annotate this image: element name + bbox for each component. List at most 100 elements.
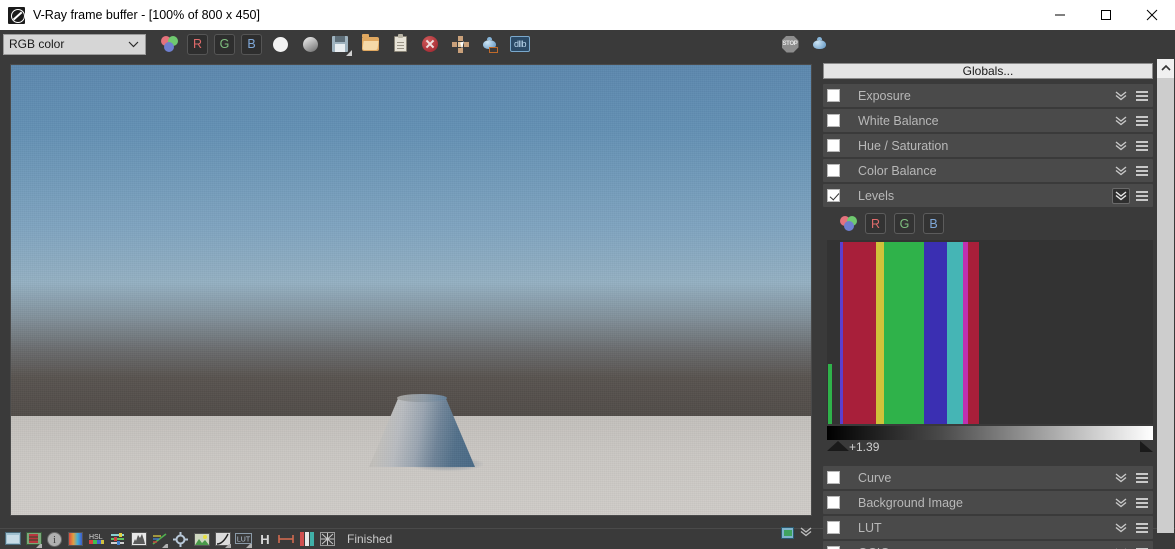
red-channel-button[interactable]: R: [187, 33, 208, 55]
hue-saturation-label: Hue / Saturation: [858, 138, 949, 153]
vfb-display-icon[interactable]: [781, 527, 794, 539]
histogram-band: [828, 364, 832, 424]
curve-icon[interactable]: [150, 531, 169, 548]
globals-button[interactable]: Globals...: [823, 63, 1153, 79]
color-balance-label: Color Balance: [858, 163, 937, 178]
horizontal-icon[interactable]: H: [255, 531, 274, 548]
hsl-icon[interactable]: HSL: [87, 531, 106, 548]
pixel-info-icon: dllb: [510, 36, 530, 52]
levels-blue-button[interactable]: B: [923, 213, 944, 234]
lut-icon[interactable]: LUT: [234, 531, 253, 548]
effect-row-ocio[interactable]: OCIO: [823, 541, 1153, 549]
color-corrections-icon[interactable]: [66, 531, 85, 548]
exposure-expand-icon[interactable]: [1112, 88, 1130, 104]
toolbar-buttons: R G B dllb: [154, 33, 535, 56]
levels-menu-icon[interactable]: [1133, 188, 1151, 204]
background-image-menu-icon[interactable]: [1133, 495, 1151, 511]
expand-chevron-icon[interactable]: [800, 524, 812, 542]
levels-red-button[interactable]: R: [865, 213, 886, 234]
hue-saturation-expand-icon[interactable]: [1112, 138, 1130, 154]
green-channel-button[interactable]: G: [214, 33, 235, 55]
copy-to-clipboard-button[interactable]: [388, 33, 412, 55]
color-balance-checkbox[interactable]: [827, 164, 840, 177]
curve-checkbox[interactable]: [827, 471, 840, 484]
effect-row-white-balance[interactable]: White Balance: [823, 109, 1153, 132]
pixel-aspect-icon[interactable]: [318, 531, 337, 548]
clear-image-button[interactable]: [418, 33, 442, 55]
exposure-menu-icon[interactable]: [1133, 88, 1151, 104]
scrollbar-thumb[interactable]: [1157, 78, 1174, 533]
ocio-menu-icon[interactable]: [1133, 545, 1151, 549]
hue-saturation-checkbox[interactable]: [827, 139, 840, 152]
hue-saturation-menu-icon[interactable]: [1133, 138, 1151, 154]
white-point-handle[interactable]: [1140, 441, 1153, 452]
levels-red-label: R: [870, 216, 881, 231]
panel-scrollbar[interactable]: [1157, 59, 1174, 533]
white-balance-expand-icon[interactable]: [1112, 113, 1130, 129]
lut-expand-icon[interactable]: [1112, 520, 1130, 536]
effect-row-exposure[interactable]: Exposure: [823, 84, 1153, 107]
levels-icon[interactable]: [129, 531, 148, 548]
window-title: V-Ray frame buffer - [100% of 800 x 450]: [33, 8, 260, 22]
levels-rgb-icon[interactable]: [840, 215, 857, 232]
save-image-button[interactable]: [328, 33, 352, 56]
start-render-button[interactable]: [808, 33, 832, 55]
levels-gradient-bar[interactable]: [827, 426, 1153, 440]
teapot-render-icon: [811, 36, 829, 52]
effect-row-hue-saturation[interactable]: Hue / Saturation: [823, 134, 1153, 157]
levels-handles: +1.39: [827, 440, 1153, 456]
background-image-icon[interactable]: [192, 531, 211, 548]
channel-select[interactable]: RGB color: [3, 33, 146, 55]
white-balance-checkbox[interactable]: [827, 114, 840, 127]
background-image-expand-icon[interactable]: [1112, 495, 1130, 511]
color-bars-icon[interactable]: [297, 531, 316, 548]
stop-render-button[interactable]: STOP: [778, 33, 802, 55]
color-balance-menu-icon[interactable]: [1133, 163, 1151, 179]
cone-top-face: [397, 394, 447, 402]
scroll-up-button[interactable]: [1157, 59, 1174, 76]
background-image-checkbox[interactable]: [827, 496, 840, 509]
levels-checkbox[interactable]: [827, 189, 840, 202]
rendered-image[interactable]: [10, 64, 812, 516]
effect-row-color-balance[interactable]: Color Balance: [823, 159, 1153, 182]
track-mouse-button[interactable]: [478, 33, 502, 55]
curve-expand-icon[interactable]: [1112, 470, 1130, 486]
lut-menu-icon[interactable]: [1133, 520, 1151, 536]
white-balance-menu-icon[interactable]: [1133, 113, 1151, 129]
effect-row-lut[interactable]: LUT: [823, 516, 1153, 539]
histogram-bands: [828, 242, 990, 424]
show-pixel-info-button[interactable]: dllb: [508, 33, 532, 55]
image-pane[interactable]: [0, 58, 820, 539]
load-image-button[interactable]: [358, 33, 382, 55]
lut-curve-icon[interactable]: [213, 531, 232, 548]
effect-row-curve[interactable]: Curve: [823, 466, 1153, 489]
levels-green-button[interactable]: G: [894, 213, 915, 234]
monochrome-button[interactable]: [268, 33, 292, 55]
levels-expand-icon[interactable]: [1112, 187, 1130, 204]
image-view-icon[interactable]: [3, 531, 22, 548]
effect-row-levels[interactable]: Levels: [823, 184, 1153, 207]
exposure-checkbox[interactable]: [827, 89, 840, 102]
render-region-button[interactable]: [448, 33, 472, 55]
close-button[interactable]: [1129, 0, 1175, 30]
ocio-expand-icon[interactable]: [1112, 545, 1130, 549]
render-elements-icon[interactable]: [24, 531, 43, 548]
force-color-clamp-button[interactable]: [298, 33, 322, 55]
compare-icon[interactable]: [276, 531, 295, 548]
levels-histogram[interactable]: [827, 240, 1153, 424]
effect-row-background-image[interactable]: Background Image: [823, 491, 1153, 514]
image-pane-corner-controls: [781, 524, 812, 542]
info-icon[interactable]: i: [45, 531, 64, 548]
rgb-channels-icon[interactable]: [157, 33, 181, 55]
histogram-band: [876, 242, 884, 424]
lut-checkbox[interactable]: [827, 521, 840, 534]
black-point-handle[interactable]: [827, 441, 849, 451]
scrollbar-track[interactable]: [1157, 76, 1174, 533]
maximize-button[interactable]: [1083, 0, 1129, 30]
lens-effects-icon[interactable]: [171, 531, 190, 548]
minimize-button[interactable]: [1037, 0, 1083, 30]
color-balance-expand-icon[interactable]: [1112, 163, 1130, 179]
curve-menu-icon[interactable]: [1133, 470, 1151, 486]
blue-channel-button[interactable]: B: [241, 33, 262, 55]
color-balance-icon[interactable]: [108, 531, 127, 548]
